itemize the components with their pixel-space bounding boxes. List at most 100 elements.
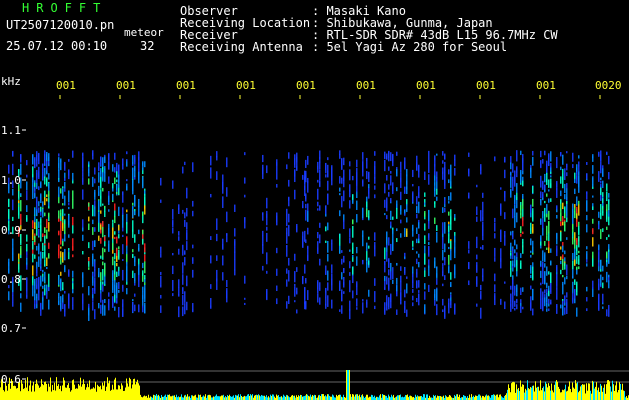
level-bar <box>542 388 543 400</box>
signal-streak <box>126 151 128 155</box>
signal-streak <box>60 296 62 307</box>
signal-streak <box>564 295 566 303</box>
signal-streak <box>327 193 329 200</box>
signal-streak <box>72 283 74 290</box>
signal-streak <box>62 287 64 291</box>
signal-streak <box>186 229 188 241</box>
signal-streak <box>138 171 140 184</box>
level-bar <box>292 395 293 400</box>
signal-streak <box>32 287 34 297</box>
level-bar <box>80 377 81 400</box>
signal-streak <box>532 156 534 166</box>
signal-streak <box>444 207 446 213</box>
signal-streak <box>356 200 358 210</box>
signal-streak <box>126 236 128 244</box>
level-bar <box>170 396 171 400</box>
level-bar <box>66 387 67 400</box>
signal-streak <box>104 236 106 242</box>
signal-streak <box>406 217 408 223</box>
level-bar <box>569 381 570 400</box>
x-tick-label: 001 <box>356 79 376 92</box>
level-bar <box>251 395 252 400</box>
signal-streak <box>144 204 146 215</box>
signal-streak <box>424 270 426 277</box>
level-bar <box>283 394 284 400</box>
signal-streak <box>510 260 512 270</box>
level-bar <box>396 396 397 400</box>
signal-streak <box>396 169 398 177</box>
signal-streak <box>388 284 390 291</box>
level-bar <box>243 396 244 400</box>
level-bar <box>74 384 75 400</box>
signal-streak <box>540 150 542 158</box>
signal-streak <box>44 156 46 164</box>
level-bar <box>489 396 490 400</box>
signal-streak <box>262 154 264 163</box>
level-bar <box>530 387 531 400</box>
level-bar <box>65 387 66 400</box>
signal-streak <box>366 261 368 273</box>
signal-streak <box>550 175 552 178</box>
level-bar <box>40 386 41 400</box>
signal-streak <box>144 302 146 314</box>
level-bar <box>168 394 169 400</box>
signal-streak <box>564 277 566 285</box>
signal-streak <box>8 164 10 174</box>
level-bar <box>154 394 155 400</box>
signal-streak <box>305 203 307 209</box>
level-bar <box>482 395 483 400</box>
signal-streak <box>327 222 329 231</box>
signal-streak <box>578 155 580 159</box>
level-bar <box>185 394 186 400</box>
level-bar <box>494 394 495 400</box>
signal-streak <box>325 174 327 178</box>
level-bar <box>301 395 302 400</box>
signal-streak <box>44 235 46 244</box>
signal-streak <box>600 274 602 286</box>
signal-streak <box>434 163 436 176</box>
signal-streak <box>530 266 532 271</box>
signal-streak <box>546 160 548 173</box>
signal-streak <box>26 215 28 222</box>
level-bar <box>62 385 63 400</box>
signal-streak <box>210 284 212 289</box>
signal-streak <box>12 151 14 157</box>
level-bar <box>435 395 436 400</box>
level-bar <box>187 394 188 400</box>
signal-streak <box>504 190 506 198</box>
signal-streak <box>210 236 212 241</box>
signal-streak <box>186 187 188 199</box>
level-bar <box>272 394 273 400</box>
signal-streak <box>550 248 552 253</box>
level-bar <box>57 385 58 400</box>
signal-streak <box>374 291 376 303</box>
signal-streak <box>374 151 376 156</box>
signal-streak <box>406 186 408 195</box>
signal-streak <box>602 306 604 309</box>
level-bar <box>58 384 59 400</box>
signal-streak <box>38 228 40 237</box>
signal-streak <box>102 166 104 169</box>
level-bar <box>34 391 35 400</box>
signal-streak <box>542 261 544 270</box>
signal-streak <box>396 285 398 292</box>
signal-streak <box>266 210 268 218</box>
signal-streak <box>562 245 564 253</box>
signal-streak <box>178 231 180 236</box>
signal-streak <box>286 279 288 287</box>
level-bar <box>520 380 521 400</box>
level-bar <box>473 395 474 400</box>
level-bar <box>583 384 584 400</box>
signal-streak <box>576 238 578 246</box>
signal-streak <box>396 207 398 219</box>
signal-streak <box>132 220 134 232</box>
level-bar <box>258 394 259 400</box>
signal-streak <box>514 216 516 228</box>
signal-streak <box>388 297 390 310</box>
signal-streak <box>516 204 518 209</box>
signal-streak <box>182 244 184 256</box>
level-bar <box>263 395 264 400</box>
signal-streak <box>266 197 268 209</box>
level-bar <box>347 370 348 400</box>
signal-streak <box>390 243 392 255</box>
